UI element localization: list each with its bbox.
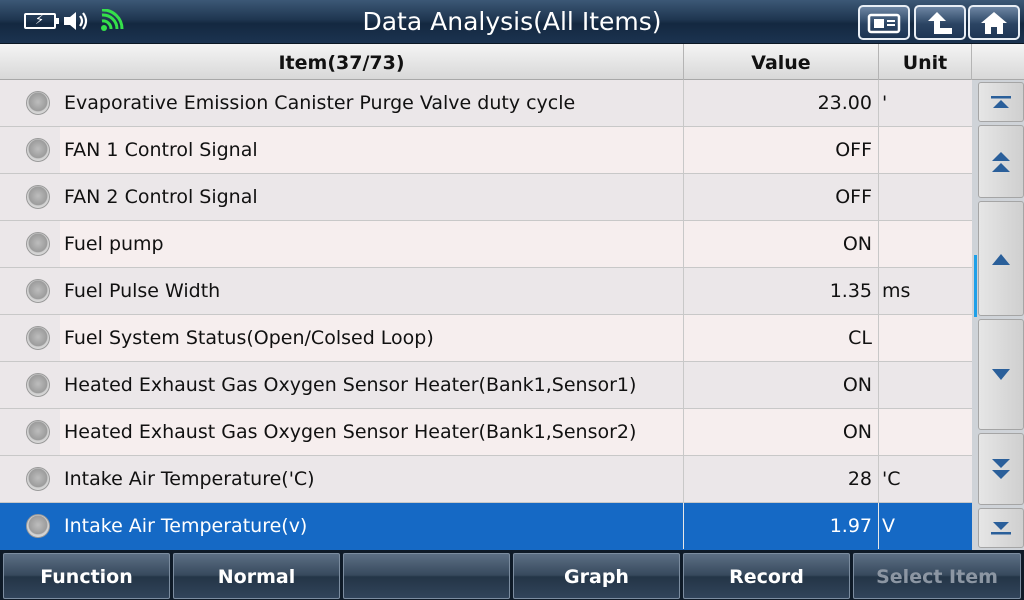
value-cell: OFF [684,127,879,173]
value-cell: OFF [684,174,879,220]
unit-cell [879,362,972,408]
radio-button[interactable] [26,373,50,397]
table-row[interactable]: Fuel pump ON [0,221,972,268]
table-row[interactable]: FAN 1 Control Signal OFF [0,127,972,174]
unit-cell: V [882,515,895,537]
table-row[interactable]: Fuel System Status(Open/Colsed Loop) CL [0,315,972,362]
table-row-selected[interactable]: Intake Air Temperature(v) 1.97 V [0,503,972,550]
radio-button[interactable] [26,91,50,115]
normal-button[interactable]: Normal [173,553,340,599]
unit-cell: 'C [882,468,901,490]
unit-cell [879,221,972,267]
table-row[interactable]: Heated Exhaust Gas Oxygen Sensor Heater(… [0,409,972,456]
table-row[interactable]: Evaporative Emission Canister Purge Valv… [0,80,972,127]
table-row[interactable]: FAN 2 Control Signal OFF [0,174,972,221]
radio-button[interactable] [26,514,50,538]
unit-cell: ms [882,280,911,302]
screenshot-button[interactable] [858,5,910,40]
radio-button[interactable] [26,138,50,162]
unit-cell [879,315,972,361]
select-item-button[interactable]: Select Item [853,553,1021,599]
value-cell: ON [684,362,879,408]
item-cell: Intake Air Temperature('C) [0,456,684,502]
radio-button[interactable] [26,232,50,256]
item-label: Fuel pump [64,233,164,255]
scroll-to-top-icon [991,96,1011,108]
screenshot-icon [867,13,901,33]
scroll-thumb[interactable] [974,255,977,317]
chevron-up-icon [992,253,1010,265]
status-icons: ⚡ [24,9,126,33]
function-button[interactable]: Function [3,553,170,599]
graph-button[interactable]: Graph [513,553,680,599]
scrollbar[interactable] [972,80,1024,550]
value-cell: 1.97 [684,503,879,549]
item-label: Heated Exhaust Gas Oxygen Sensor Heater(… [64,421,637,443]
battery-icon: ⚡ [24,13,59,29]
column-header-item: Item(37/73) [0,44,684,80]
double-chevron-up-icon [992,151,1010,172]
value-cell: ON [684,409,879,455]
value-cell: 23.00 [684,80,879,126]
home-button[interactable] [968,5,1020,40]
double-chevron-down-icon [992,459,1010,479]
page-up-button[interactable] [978,125,1024,198]
scroll-up-button[interactable] [978,201,1024,316]
item-label: Evaporative Emission Canister Purge Valv… [64,92,576,114]
title-bar: ⚡ Data Analysis(All Items) [0,0,1024,44]
home-icon [981,11,1007,34]
item-label: Intake Air Temperature(v) [64,515,308,537]
unit-cell [879,174,972,220]
item-cell: Intake Air Temperature(v) [0,503,684,549]
scroll-down-button[interactable] [978,319,1024,430]
record-button[interactable]: Record [683,553,850,599]
radio-button[interactable] [26,420,50,444]
item-label: Fuel System Status(Open/Colsed Loop) [64,327,434,349]
item-cell: Evaporative Emission Canister Purge Valv… [0,80,684,126]
item-cell: Fuel Pulse Width [0,268,684,314]
item-cell: Heated Exhaust Gas Oxygen Sensor Heater(… [0,409,684,455]
table-row[interactable]: Heated Exhaust Gas Oxygen Sensor Heater(… [0,362,972,409]
item-cell: Heated Exhaust Gas Oxygen Sensor Heater(… [0,362,684,408]
table-row[interactable]: Fuel Pulse Width 1.35 ms [0,268,972,315]
page-title: Data Analysis(All Items) [362,7,662,36]
column-header-spacer [972,44,1024,80]
radio-button[interactable] [26,326,50,350]
table-header: Item(37/73) Value Unit [0,44,1024,80]
scroll-top-button[interactable] [978,82,1024,122]
bottom-toolbar: Function Normal Graph Record Select Item [0,550,1024,600]
column-header-unit: Unit [879,44,972,80]
radio-button[interactable] [26,467,50,491]
value-cell: 1.35 [684,268,879,314]
item-cell: FAN 1 Control Signal [0,127,684,173]
page-down-button[interactable] [978,433,1024,505]
wifi-icon [101,9,124,31]
radio-button[interactable] [26,279,50,303]
item-cell: FAN 2 Control Signal [0,174,684,220]
item-cell: Fuel System Status(Open/Colsed Loop) [0,315,684,361]
item-label: Intake Air Temperature('C) [64,468,315,490]
blank-button[interactable] [343,553,510,599]
item-cell: Fuel pump [0,221,684,267]
value-cell: ON [684,221,879,267]
back-button[interactable] [914,5,966,40]
item-label: Heated Exhaust Gas Oxygen Sensor Heater(… [64,374,637,396]
unit-cell [879,127,972,173]
radio-button[interactable] [26,185,50,209]
item-label: FAN 2 Control Signal [64,186,258,208]
item-label: FAN 1 Control Signal [64,139,258,161]
value-cell: CL [684,315,879,361]
value-cell: 28 [684,456,879,502]
unit-cell [879,409,972,455]
data-table: Evaporative Emission Canister Purge Valv… [0,80,972,550]
chevron-down-icon [992,368,1010,380]
speaker-icon [64,12,88,30]
scroll-bottom-button[interactable] [978,508,1024,548]
column-header-value: Value [684,44,879,80]
table-row[interactable]: Intake Air Temperature('C) 28 'C [0,456,972,503]
scroll-to-bottom-icon [991,522,1011,535]
back-icon [928,11,952,34]
unit-cell: ' [882,92,888,114]
item-label: Fuel Pulse Width [64,280,221,302]
